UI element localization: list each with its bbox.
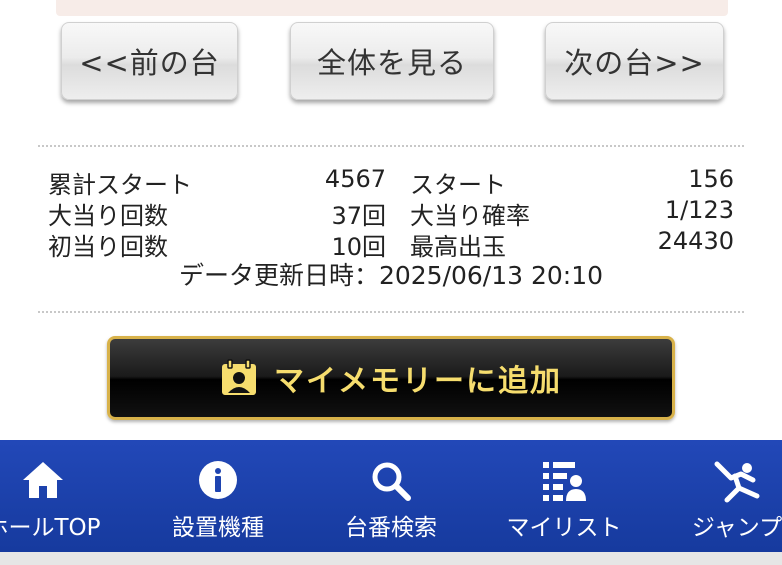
stats-row: 初当り回数 10回 最高出玉 24430 xyxy=(48,227,738,261)
nav-my-list[interactable]: マイリスト xyxy=(484,440,644,552)
nav-installed-models-label: 設置機種 xyxy=(172,515,264,541)
divider-top xyxy=(38,145,744,147)
bottom-nav-bar: ホールTOP 設置機種 台番検索 マイリスト xyxy=(0,440,782,552)
stat-label: 大当り回数 xyxy=(48,202,168,230)
next-machine-label: 次の台>> xyxy=(564,46,705,80)
add-to-my-memory-label: マイメモリーに追加 xyxy=(274,364,562,399)
stats-table: 累計スタート 4567 スタート 156 大当り回数 37回 大当り確率 1/1… xyxy=(48,165,738,261)
nav-jump-label: ジャンプ xyxy=(691,515,782,541)
prev-machine-button[interactable]: <<前の台 xyxy=(61,22,238,100)
memory-icon xyxy=(222,359,256,395)
info-icon xyxy=(199,461,237,499)
stat-value: 37回 xyxy=(331,202,386,230)
nav-machine-search[interactable]: 台番検索 xyxy=(311,440,471,552)
stat-value: 4567 xyxy=(324,165,386,193)
nav-my-list-label: マイリスト xyxy=(506,515,622,541)
mylist-icon xyxy=(543,462,586,501)
divider-bottom xyxy=(38,311,744,313)
prev-machine-label: <<前の台 xyxy=(79,46,220,80)
stat-value: 156 xyxy=(688,165,734,193)
stat-label: スタート xyxy=(410,171,506,199)
view-all-button[interactable]: 全体を見る xyxy=(290,22,494,100)
stat-value: 1/123 xyxy=(664,196,734,224)
nav-jump[interactable]: ジャンプ xyxy=(657,440,782,552)
stat-label: 大当り確率 xyxy=(410,202,530,230)
nav-hall-top[interactable]: ホールTOP xyxy=(0,440,123,552)
nav-machine-search-label: 台番検索 xyxy=(345,515,437,541)
nav-installed-models[interactable]: 設置機種 xyxy=(138,440,298,552)
stats-row: 大当り回数 37回 大当り確率 1/123 xyxy=(48,196,738,230)
bottom-edge xyxy=(0,552,782,565)
add-to-my-memory-button[interactable]: マイメモリーに追加 xyxy=(107,336,675,420)
home-icon xyxy=(23,462,63,498)
top-banner-edge xyxy=(56,0,728,16)
next-machine-button[interactable]: 次の台>> xyxy=(545,22,724,100)
stat-value: 24430 xyxy=(657,227,734,255)
search-icon xyxy=(372,462,411,501)
update-timestamp: データ更新日時：2025/06/13 20:10 xyxy=(178,261,604,290)
jump-icon xyxy=(714,461,760,503)
stat-label: 累計スタート xyxy=(48,171,192,199)
view-all-label: 全体を見る xyxy=(316,46,467,80)
stats-row: 累計スタート 4567 スタート 156 xyxy=(48,165,738,199)
